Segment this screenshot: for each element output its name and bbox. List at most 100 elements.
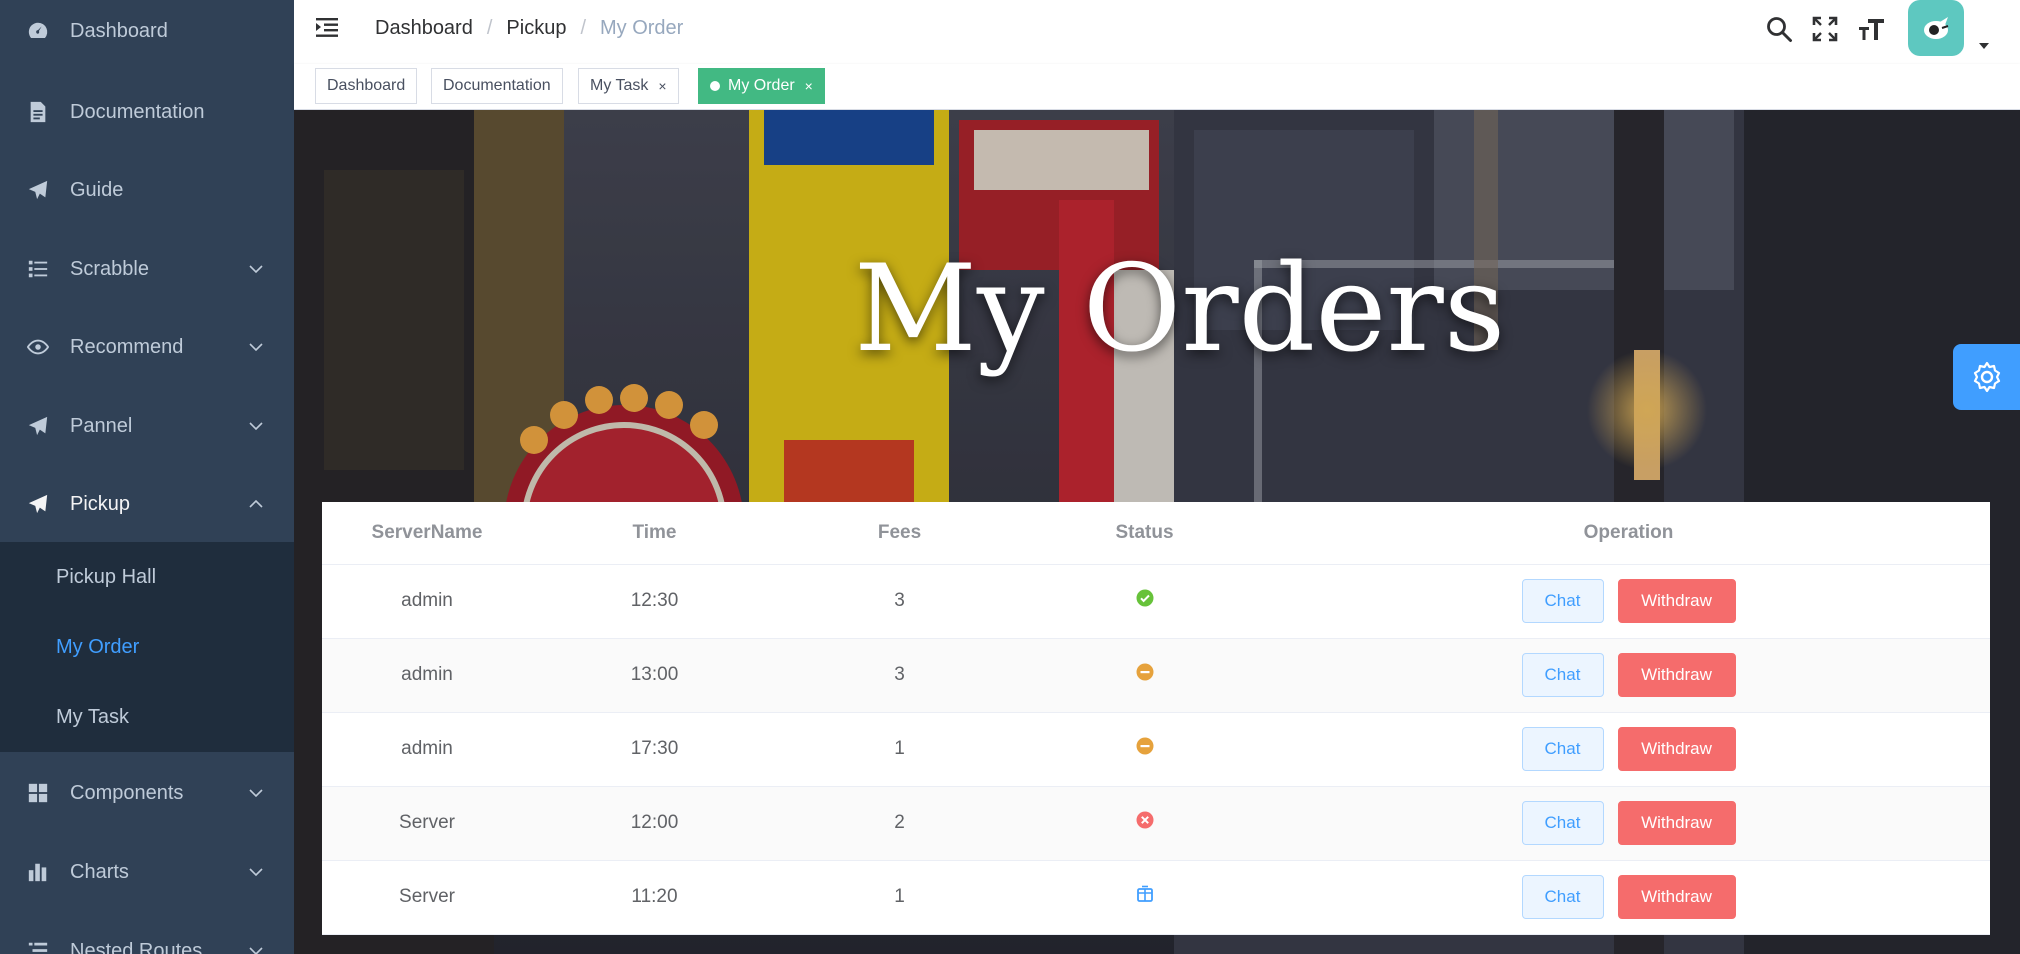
chevron-down-icon <box>248 864 264 880</box>
chevron-down-icon <box>248 339 264 355</box>
search-icon[interactable] <box>1762 12 1796 46</box>
sidebar-item-label: Nested Routes <box>70 939 203 954</box>
cell-time: 17:30 <box>532 712 777 787</box>
list-icon <box>26 257 50 281</box>
sidebar-item-components[interactable]: Components <box>0 754 294 832</box>
tag-label: My Task <box>590 77 649 94</box>
withdraw-button[interactable]: Withdraw <box>1617 653 1736 697</box>
sidebar-item-my-order[interactable]: My Order <box>0 612 294 682</box>
guide-icon <box>26 178 50 202</box>
chat-button[interactable]: Chat <box>1521 653 1604 697</box>
eye-icon <box>26 335 50 359</box>
cell-status <box>1022 786 1267 861</box>
breadcrumb: Dashboard / Pickup / My Order <box>375 17 683 40</box>
tag-label: Documentation <box>443 77 551 94</box>
withdraw-button[interactable]: Withdraw <box>1617 801 1736 845</box>
chart-icon <box>26 860 50 884</box>
cell-status <box>1022 564 1267 639</box>
cell-server: admin <box>322 712 532 787</box>
withdraw-button[interactable]: Withdraw <box>1617 727 1736 771</box>
sidebar-item-label: Charts <box>70 860 129 883</box>
tag-my-order[interactable]: My Order × <box>698 68 825 104</box>
cell-status <box>1022 860 1267 935</box>
settings-button[interactable] <box>1953 344 2020 410</box>
table-row: admin 13:00 3 Chat Withdraw <box>322 638 1990 713</box>
pickup-submenu: Pickup Hall My Order My Task <box>0 542 294 752</box>
cell-operation: Chat Withdraw <box>1267 712 1990 787</box>
tag-documentation[interactable]: Documentation <box>431 68 563 104</box>
chat-button[interactable]: Chat <box>1521 579 1604 623</box>
avatar[interactable] <box>1908 0 1964 56</box>
hamburger-menu-icon[interactable] <box>314 14 342 42</box>
sidebar-item-recommend[interactable]: Recommend <box>0 308 294 386</box>
cell-server: Server <box>322 786 532 861</box>
sidebar-item-documentation[interactable]: Documentation <box>0 73 294 151</box>
active-dot-icon <box>710 81 720 91</box>
pending-minus-icon <box>1136 737 1154 755</box>
sidebar-item-pickup-hall[interactable]: Pickup Hall <box>0 542 294 612</box>
sidebar-item-label: Pickup <box>70 492 131 515</box>
page-title: My Orders <box>854 240 1506 379</box>
sidebar-item-my-task[interactable]: My Task <box>0 682 294 752</box>
cell-fees: 3 <box>777 638 1022 713</box>
withdraw-button[interactable]: Withdraw <box>1617 875 1736 919</box>
chat-button[interactable]: Chat <box>1521 801 1604 845</box>
cell-server: admin <box>322 638 532 713</box>
cell-operation: Chat Withdraw <box>1267 638 1990 713</box>
cell-fees: 1 <box>777 860 1022 935</box>
chevron-down-icon <box>248 261 264 277</box>
cell-time: 12:00 <box>532 786 777 861</box>
dashboard-icon <box>26 19 50 43</box>
sidebar-item-label: Pannel <box>70 414 133 437</box>
column-header-servername: ServerName <box>322 502 532 565</box>
components-icon <box>26 781 50 805</box>
table-row: Server 12:00 2 Chat Withdraw <box>322 786 1990 861</box>
sidebar-item-nested-routes[interactable]: Nested Routes <box>0 912 294 954</box>
sidebar-item-label: Components <box>70 781 184 804</box>
sidebar-item-scrabble[interactable]: Scrabble <box>0 230 294 308</box>
orders-table: ServerName Time Fees Status Operation ad… <box>322 502 1990 935</box>
chat-button[interactable]: Chat <box>1521 727 1604 771</box>
sidebar-item-guide[interactable]: Guide <box>0 151 294 229</box>
withdraw-button[interactable]: Withdraw <box>1617 579 1736 623</box>
cell-fees: 2 <box>777 786 1022 861</box>
fullscreen-icon[interactable] <box>1808 12 1842 46</box>
sidebar-item-pannel[interactable]: Pannel <box>0 387 294 465</box>
send-icon <box>26 414 50 438</box>
package-icon <box>1136 885 1154 903</box>
cell-operation: Chat Withdraw <box>1267 786 1990 861</box>
font-size-icon[interactable] <box>1855 12 1889 46</box>
error-x-icon <box>1136 811 1154 829</box>
sidebar-item-dashboard[interactable]: Dashboard <box>0 0 294 70</box>
sidebar-item-charts[interactable]: Charts <box>0 833 294 911</box>
chat-button[interactable]: Chat <box>1521 875 1604 919</box>
pending-minus-icon <box>1136 663 1154 681</box>
breadcrumb-pickup[interactable]: Pickup <box>506 17 566 40</box>
column-header-operation: Operation <box>1267 502 1990 565</box>
chevron-down-icon <box>248 943 264 954</box>
chevron-down-icon <box>248 785 264 801</box>
cell-server: Server <box>322 860 532 935</box>
sidebar-item-label: Guide <box>70 178 124 201</box>
table-row: admin 17:30 1 Chat Withdraw <box>322 712 1990 787</box>
success-check-icon <box>1136 589 1154 607</box>
cell-time: 11:20 <box>532 860 777 935</box>
table-header-row: ServerName Time Fees Status Operation <box>322 502 1990 565</box>
breadcrumb-dashboard[interactable]: Dashboard <box>375 17 473 40</box>
cell-status <box>1022 712 1267 787</box>
cell-operation: Chat Withdraw <box>1267 564 1990 639</box>
close-icon[interactable]: × <box>658 78 666 94</box>
cell-status <box>1022 638 1267 713</box>
caret-down-icon[interactable] <box>1977 38 1991 49</box>
cell-operation: Chat Withdraw <box>1267 860 1990 935</box>
chevron-down-icon <box>248 418 264 434</box>
column-header-time: Time <box>532 502 777 565</box>
close-icon[interactable]: × <box>805 78 813 94</box>
tags-view: Dashboard Documentation My Task × My Ord… <box>294 64 2020 110</box>
tag-my-task[interactable]: My Task × <box>578 68 679 104</box>
sidebar-item-pickup[interactable]: Pickup <box>0 465 294 543</box>
column-header-status: Status <box>1022 502 1267 565</box>
chevron-up-icon <box>248 496 264 512</box>
sidebar: Dashboard Documentation Guide Scrabble R… <box>0 0 294 954</box>
tag-dashboard[interactable]: Dashboard <box>315 68 418 104</box>
